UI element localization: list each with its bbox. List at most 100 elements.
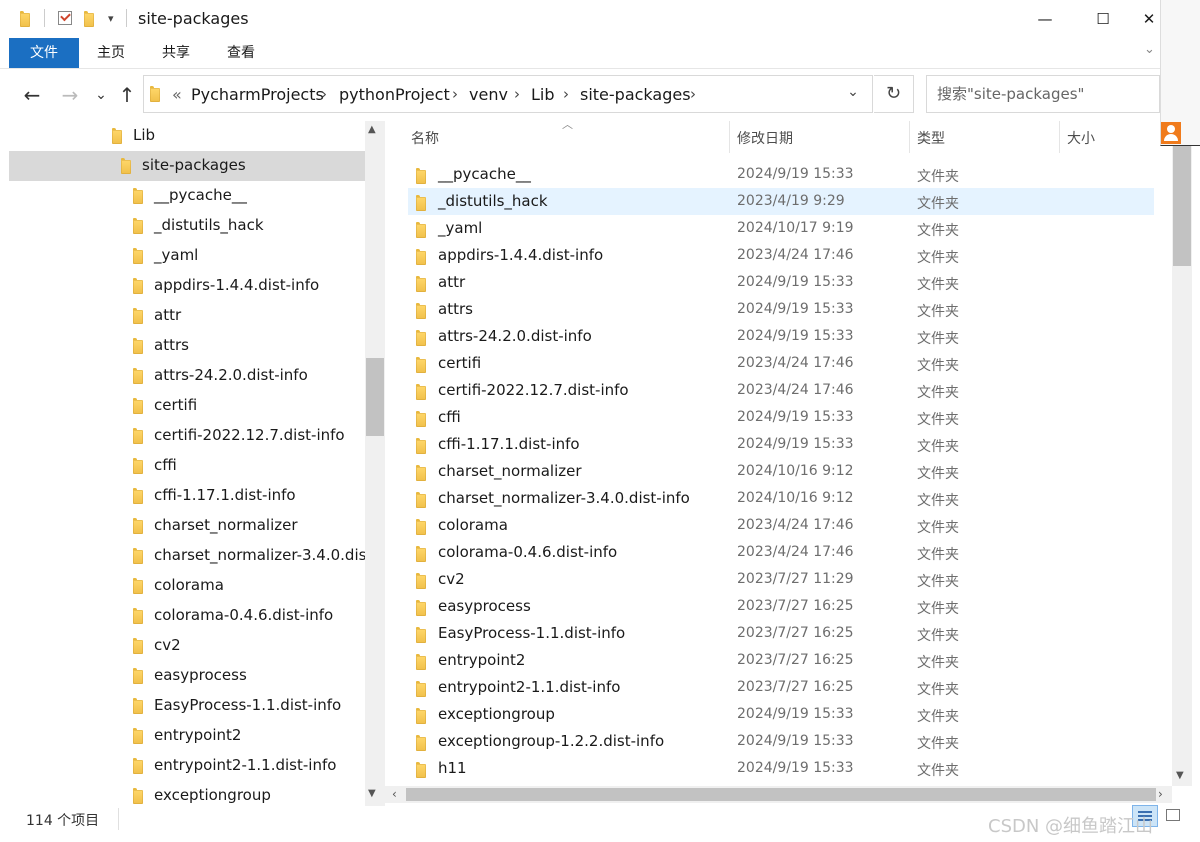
tree-item[interactable]: EasyProcess-1.1.dist-info (9, 691, 365, 721)
scroll-up-icon[interactable]: ▲ (368, 124, 376, 135)
breadcrumb-pycharmprojects[interactable]: PycharmProjects (191, 85, 324, 104)
scroll-down-icon[interactable]: ▼ (368, 788, 376, 799)
chevron-right-icon[interactable]: › (563, 85, 569, 103)
file-row[interactable]: exceptiongroup 2024/9/19 15:33 文件夹 (408, 701, 1154, 728)
column-separator[interactable] (729, 121, 730, 153)
file-row[interactable]: attr 2024/9/19 15:33 文件夹 (408, 269, 1154, 296)
recent-locations-button[interactable]: ⌄ (88, 82, 114, 108)
tree-item[interactable]: cffi (9, 451, 365, 481)
file-row[interactable]: attrs 2024/9/19 15:33 文件夹 (408, 296, 1154, 323)
file-row[interactable]: cv2 2023/7/27 11:29 文件夹 (408, 566, 1154, 593)
tree-item[interactable]: cffi-1.17.1.dist-info (9, 481, 365, 511)
tab-view[interactable]: 查看 (216, 38, 266, 68)
scroll-right-icon[interactable]: › (1158, 787, 1163, 801)
column-header-type[interactable]: 类型 (917, 128, 945, 148)
tree-item[interactable]: colorama (9, 571, 365, 601)
scroll-left-icon[interactable]: ‹ (392, 787, 397, 801)
column-header-date[interactable]: 修改日期 (737, 128, 793, 148)
chevron-right-icon[interactable]: › (514, 85, 520, 103)
column-separator[interactable] (1059, 121, 1060, 153)
file-row[interactable]: entrypoint2 2023/7/27 16:25 文件夹 (408, 647, 1154, 674)
file-row[interactable]: __pycache__ 2024/9/19 15:33 文件夹 (408, 161, 1154, 188)
breadcrumb-lib[interactable]: Lib (531, 85, 555, 104)
maximize-button[interactable]: ☐ (1080, 0, 1126, 38)
forward-button[interactable]: → (57, 82, 83, 108)
breadcrumb-venv[interactable]: venv (469, 85, 508, 104)
tree-item[interactable]: certifi-2022.12.7.dist-info (9, 421, 365, 451)
tree-scrollbar-thumb[interactable] (366, 358, 384, 436)
tab-home[interactable]: 主页 (86, 38, 136, 68)
up-button[interactable]: ↑ (114, 82, 140, 108)
column-header-size[interactable]: 大小 (1067, 128, 1095, 148)
tree-item[interactable]: certifi (9, 391, 365, 421)
column-header-name[interactable]: 名称 (411, 128, 439, 148)
tree-item[interactable]: charset_normalizer-3.4.0.dist (9, 541, 365, 571)
column-separator[interactable] (909, 121, 910, 153)
chevron-right-icon[interactable]: › (321, 85, 327, 103)
file-row[interactable]: entrypoint2-1.1.dist-info 2023/7/27 16:25… (408, 674, 1154, 701)
properties-icon[interactable] (58, 10, 72, 25)
file-row[interactable]: easyprocess 2023/7/27 16:25 文件夹 (408, 593, 1154, 620)
folder-icon (133, 248, 143, 264)
tree-item[interactable]: easyprocess (9, 661, 365, 691)
address-dropdown-icon[interactable]: ⌄ (840, 84, 866, 106)
tree-item[interactable]: __pycache__ (9, 181, 365, 211)
file-row[interactable]: certifi-2022.12.7.dist-info 2023/4/24 17:… (408, 377, 1154, 404)
breadcrumb-pythonproject[interactable]: pythonProject (339, 85, 450, 104)
tree-item[interactable]: entrypoint2 (9, 721, 365, 751)
tree-item[interactable]: appdirs-1.4.4.dist-info (9, 271, 365, 301)
breadcrumb-site-packages[interactable]: site-packages (580, 85, 691, 104)
file-row[interactable]: charset_normalizer 2024/10/16 9:12 文件夹 (408, 458, 1154, 485)
refresh-button[interactable]: ↻ (874, 75, 914, 113)
minimize-button[interactable]: — (1022, 0, 1068, 38)
tab-share[interactable]: 共享 (151, 38, 201, 68)
file-name: EasyProcess-1.1.dist-info (438, 624, 626, 642)
tree-item[interactable]: cv2 (9, 631, 365, 661)
breadcrumb-overflow[interactable]: « (172, 85, 182, 104)
file-row[interactable]: _yaml 2024/10/17 9:19 文件夹 (408, 215, 1154, 242)
file-row[interactable]: attrs-24.2.0.dist-info 2024/9/19 15:33 文件夹 (408, 323, 1154, 350)
large-icons-view-button[interactable] (1162, 805, 1186, 827)
tab-file[interactable]: 文件 (9, 38, 79, 68)
file-row[interactable]: colorama 2023/4/24 17:46 文件夹 (408, 512, 1154, 539)
search-input[interactable]: 搜索"site-packages" (926, 75, 1160, 113)
tree-item[interactable]: _distutils_hack (9, 211, 365, 241)
file-name: cffi (438, 408, 461, 426)
chevron-right-icon[interactable]: › (690, 85, 696, 103)
vertical-scrollbar-thumb[interactable] (1173, 140, 1191, 266)
file-row[interactable]: cffi 2024/9/19 15:33 文件夹 (408, 404, 1154, 431)
tree-item[interactable]: attr (9, 301, 365, 331)
file-row[interactable]: charset_normalizer-3.4.0.dist-info 2024/1… (408, 485, 1154, 512)
tree-item[interactable]: charset_normalizer (9, 511, 365, 541)
folder-icon (133, 338, 143, 354)
navigation-tree: Lib site-packages __pycache__ _distutils_ha… (9, 121, 365, 806)
tree-scrollbar[interactable] (365, 121, 385, 806)
file-row[interactable]: appdirs-1.4.4.dist-info 2023/4/24 17:46 文件… (408, 242, 1154, 269)
tree-item[interactable]: _yaml (9, 241, 365, 271)
file-type: 文件夹 (917, 169, 959, 185)
scroll-down-icon[interactable]: ▼ (1176, 770, 1184, 781)
back-button[interactable]: ← (19, 82, 45, 108)
file-row[interactable]: certifi 2023/4/24 17:46 文件夹 (408, 350, 1154, 377)
quick-access-dropdown-icon[interactable]: ▾ (108, 12, 114, 25)
file-row[interactable]: cffi-1.17.1.dist-info 2024/9/19 15:33 文件夹 (408, 431, 1154, 458)
new-folder-icon[interactable] (84, 11, 94, 27)
file-modified-date: 2023/4/24 17:46 (737, 382, 854, 398)
expand-ribbon-icon[interactable]: ⌄ (1144, 42, 1155, 57)
file-modified-date: 2024/10/17 9:19 (737, 220, 854, 236)
tree-item[interactable]: colorama-0.4.6.dist-info (9, 601, 365, 631)
tree-item[interactable]: entrypoint2-1.1.dist-info (9, 751, 365, 781)
chevron-right-icon[interactable]: › (452, 85, 458, 103)
horizontal-scrollbar-thumb[interactable] (406, 788, 1156, 801)
tree-item[interactable]: Lib (9, 121, 365, 151)
file-row[interactable]: h11 2024/9/19 15:33 文件夹 (408, 755, 1154, 782)
file-row[interactable]: exceptiongroup-1.2.2.dist-info 2024/9/19 … (408, 728, 1154, 755)
file-row[interactable]: EasyProcess-1.1.dist-info 2023/7/27 16:25… (408, 620, 1154, 647)
file-row[interactable]: _distutils_hack 2023/4/19 9:29 文件夹 (408, 188, 1154, 215)
tree-item[interactable]: exceptiongroup (9, 781, 365, 806)
tree-item[interactable]: attrs (9, 331, 365, 361)
close-button[interactable]: ✕ (1138, 0, 1160, 38)
tree-item[interactable]: attrs-24.2.0.dist-info (9, 361, 365, 391)
tree-item[interactable]: site-packages (9, 151, 365, 181)
file-row[interactable]: colorama-0.4.6.dist-info 2023/4/24 17:46 文… (408, 539, 1154, 566)
